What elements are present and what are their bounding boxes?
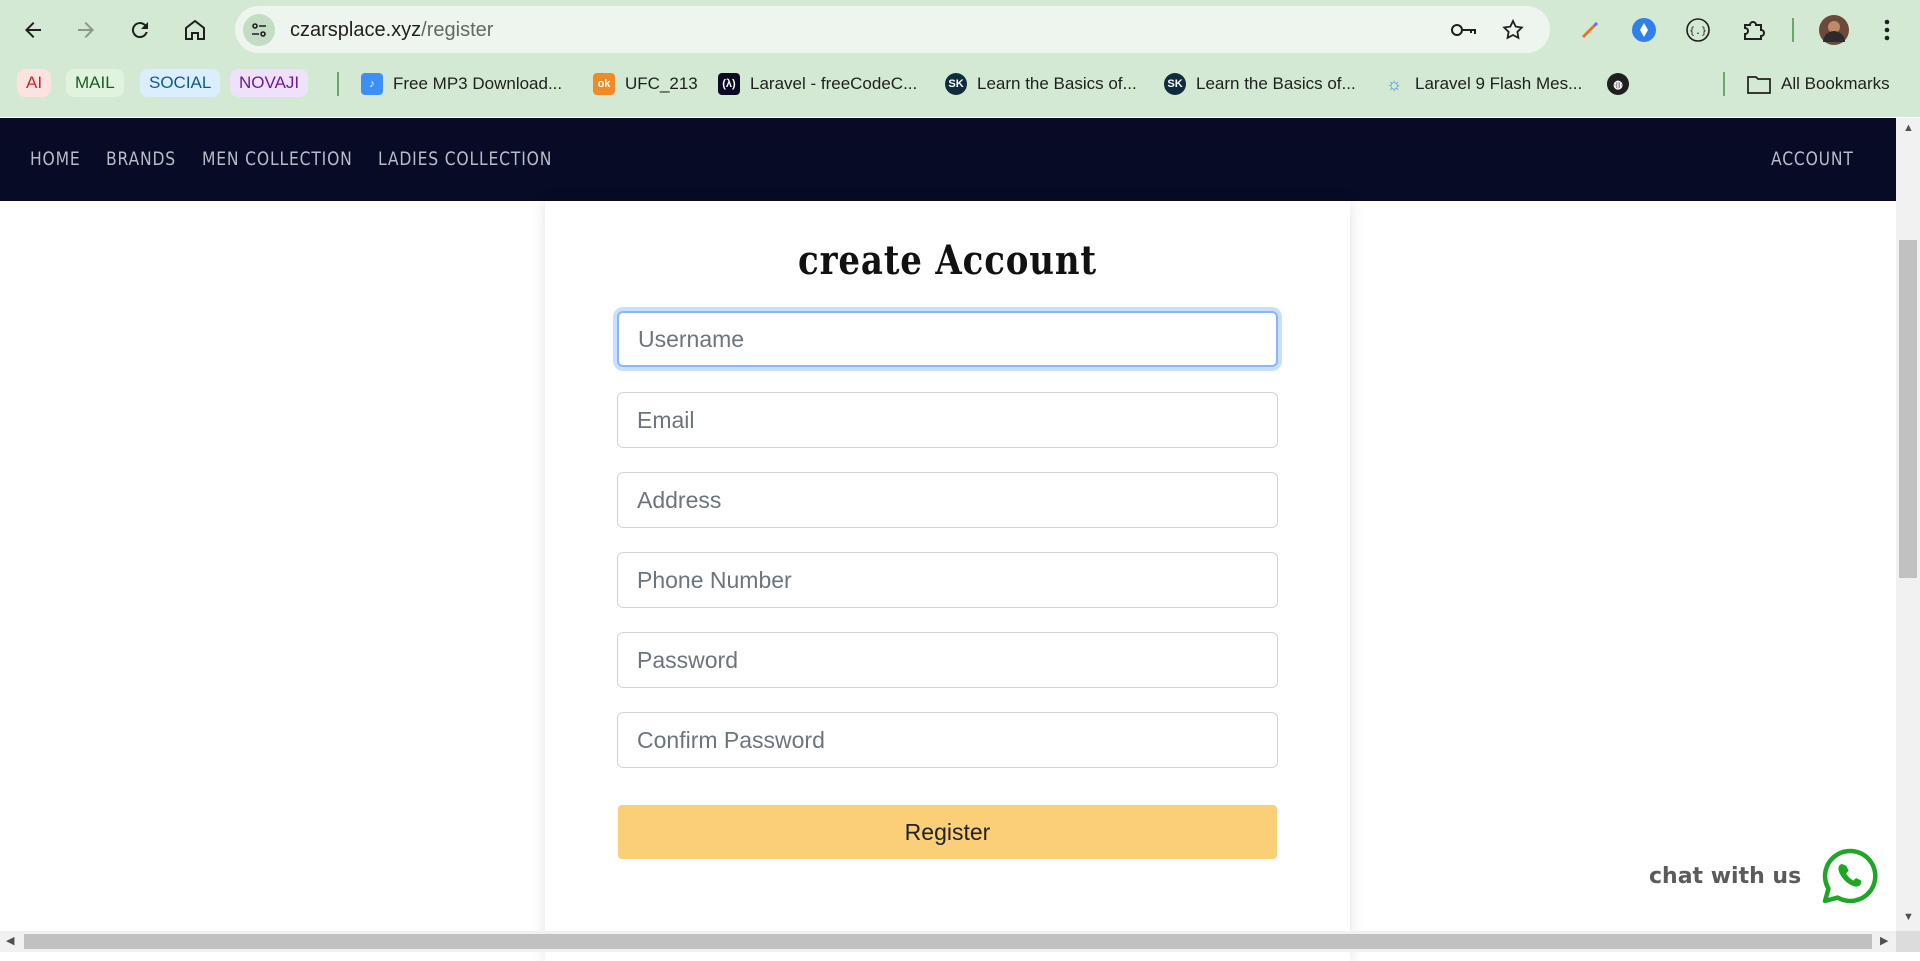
nav-brands[interactable]: BRANDS [106,148,176,170]
lightbulb-icon: ☼ [1385,73,1403,94]
bookmark-item[interactable]: ☼ Laravel 9 Flash Mes... [1383,70,1583,98]
reload-button[interactable] [120,10,160,50]
toolbar-divider [1792,18,1794,42]
register-card: create Account Register [545,201,1350,961]
bookmark-chip-novaji[interactable]: NOVAJI [230,69,309,97]
bookmark-item[interactable]: ♪ Free MP3 Download... [361,70,562,98]
nav-account[interactable]: ACCOUNT [1771,148,1854,170]
bookmark-item[interactable]: (λ) Laravel - freeCodeC... [718,70,917,98]
browser-chrome: czarsplace.xyz/register {.} AI MAIL SOCI… [0,0,1920,117]
svg-text:{.}: {.} [1689,26,1707,37]
scrollbar-corner [1896,931,1920,952]
bookmarks-divider [1723,72,1725,96]
scroll-down-icon[interactable]: ▼ [1903,912,1914,923]
extensions-puzzle-icon[interactable] [1737,14,1769,46]
sk-icon: SK [945,73,967,95]
bookmark-chip-mail[interactable]: MAIL [66,69,124,97]
chat-label: chat with us [1649,863,1802,889]
all-bookmarks-label: All Bookmarks [1781,74,1890,93]
scroll-left-icon[interactable]: ◀ [6,936,14,947]
bookmark-label: UFC_213 [625,74,698,93]
bookmarks-bar: AI MAIL SOCIAL NOVAJI ♪ Free MP3 Downloa… [0,64,1920,104]
profile-avatar-icon[interactable] [1818,14,1850,46]
bookmark-label: Free MP3 Download... [393,74,563,93]
reload-icon [131,22,148,39]
all-bookmarks-button[interactable]: All Bookmarks [1747,70,1890,98]
home-button[interactable] [175,10,215,50]
site-info-icon[interactable] [243,14,275,46]
url-text[interactable]: czarsplace.xyz/register [290,19,493,42]
bookmarks-divider [337,72,339,96]
json-extension-icon[interactable]: {.} [1682,14,1714,46]
vpn-extension-icon[interactable] [1628,14,1660,46]
arrow-left-icon [25,22,41,38]
ok-icon: ok [593,73,615,95]
bookmark-chip-social[interactable]: SOCIAL [140,69,221,97]
color-picker-extension-icon[interactable] [1574,14,1606,46]
nav-men-collection[interactable]: MEN COLLECTION [202,148,353,170]
whatsapp-icon[interactable] [1821,847,1879,905]
bookmark-star-icon[interactable] [1499,16,1527,44]
page-title: create Account [798,237,1097,284]
forward-button[interactable] [66,10,106,50]
username-field[interactable] [617,311,1278,367]
freecodecamp-icon: (λ) [718,73,740,95]
address-bar[interactable]: czarsplace.xyz/register [235,6,1550,53]
bookmark-label: Laravel 9 Flash Mes... [1415,74,1583,93]
back-button[interactable] [13,10,53,50]
bookmark-globe-item[interactable]: ◍ [1607,70,1629,98]
register-button[interactable]: Register [618,805,1277,859]
browser-menu-icon[interactable] [1871,14,1903,46]
folder-icon [1747,76,1771,94]
scroll-right-icon[interactable]: ▶ [1880,936,1888,947]
bookmark-item[interactable]: ok UFC_213 [593,70,698,98]
url-path: /register [421,19,494,41]
url-host: czarsplace.xyz [290,19,422,41]
bookmark-item[interactable]: SK Learn the Basics of... [945,70,1137,98]
bookmark-label: Learn the Basics of... [977,74,1137,93]
address-field[interactable] [617,472,1278,528]
password-key-icon[interactable] [1450,16,1478,44]
horizontal-scroll-thumb[interactable] [24,934,1872,949]
phone-number-field[interactable] [617,552,1278,608]
sk-icon: SK [1164,73,1186,95]
music-note-icon: ♪ [361,73,383,95]
email-field[interactable] [617,392,1278,448]
site-navbar: HOME BRANDS MEN COLLECTION LADIES COLLEC… [0,118,1896,201]
nav-home[interactable]: HOME [30,148,81,170]
password-field[interactable] [617,632,1278,688]
bookmark-chip-ai[interactable]: AI [17,69,52,97]
page-content: create Account Register chat with us [0,201,1896,961]
browser-toolbar: czarsplace.xyz/register {.} [0,0,1920,60]
bookmark-label: Learn the Basics of... [1196,74,1356,93]
arrow-right-icon [78,22,94,38]
scroll-up-icon[interactable]: ▲ [1903,123,1914,134]
home-icon [185,19,205,40]
confirm-password-field[interactable] [617,712,1278,768]
chat-widget[interactable]: chat with us [1649,847,1879,905]
bookmark-item[interactable]: SK Learn the Basics of... [1164,70,1356,98]
globe-icon: ◍ [1607,73,1629,95]
bookmark-label: Laravel - freeCodeC... [750,74,918,93]
vertical-scroll-thumb[interactable] [1899,240,1917,578]
nav-ladies-collection[interactable]: LADIES COLLECTION [378,148,552,170]
